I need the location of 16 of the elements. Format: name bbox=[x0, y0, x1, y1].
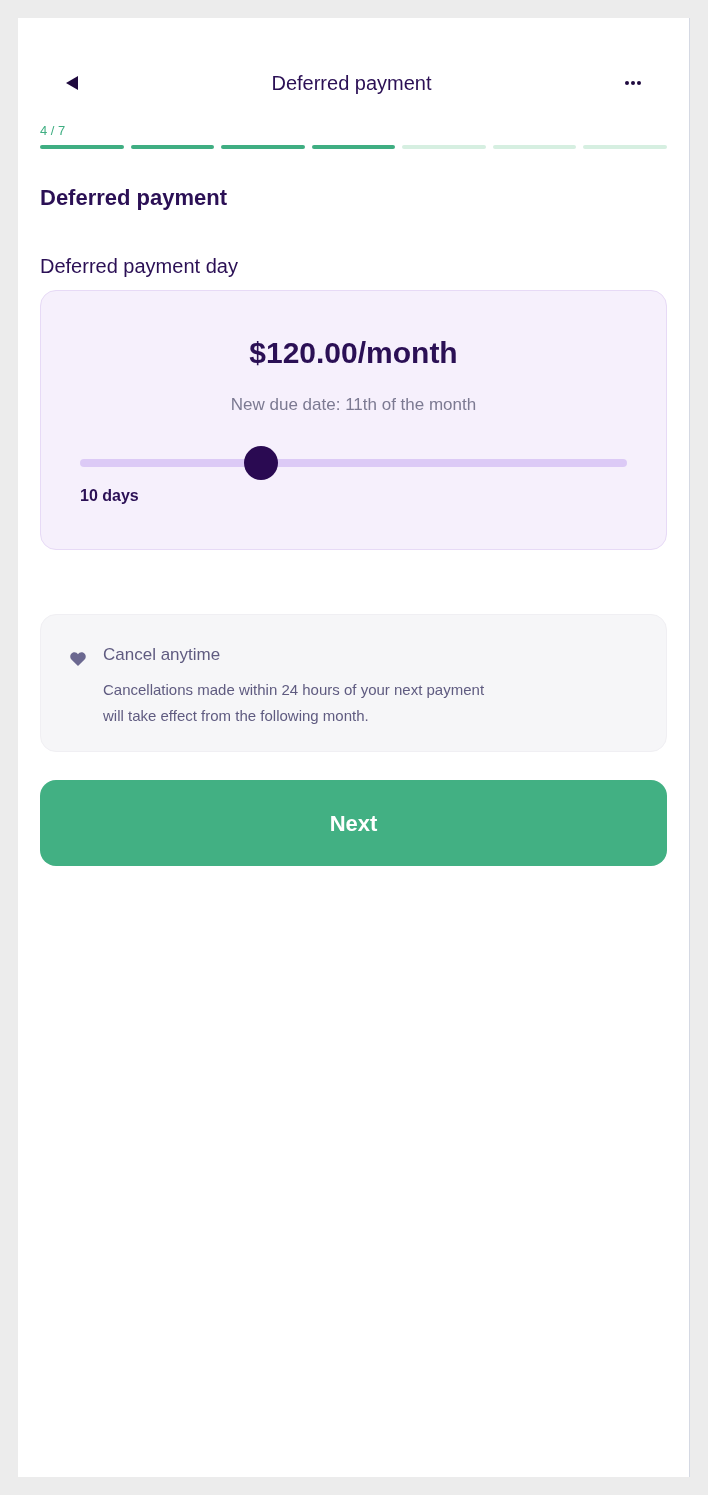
slider-reading: 10 days bbox=[80, 486, 139, 506]
more-icon bbox=[625, 81, 641, 85]
header-title: Deferred payment bbox=[271, 71, 432, 96]
field-label: Deferred payment day bbox=[40, 254, 238, 279]
info-title: Cancel anytime bbox=[103, 644, 221, 666]
slider-track[interactable] bbox=[80, 446, 627, 480]
heart-icon bbox=[70, 652, 86, 666]
next-button[interactable]: Next bbox=[40, 780, 667, 866]
back-button[interactable] bbox=[64, 73, 80, 93]
monthly-amount: $120.00/month bbox=[249, 335, 458, 371]
info-text: Cancellations made within 24 hours of your next payment will take effect from the following month. bbox=[103, 680, 486, 726]
slider-thumb[interactable] bbox=[243, 446, 278, 480]
due-date-text: New due date: 11th of the month bbox=[230, 394, 477, 416]
step-counter: 4 / 7 bbox=[40, 123, 66, 139]
section-title: Deferred payment bbox=[40, 184, 228, 212]
back-icon bbox=[66, 76, 78, 90]
